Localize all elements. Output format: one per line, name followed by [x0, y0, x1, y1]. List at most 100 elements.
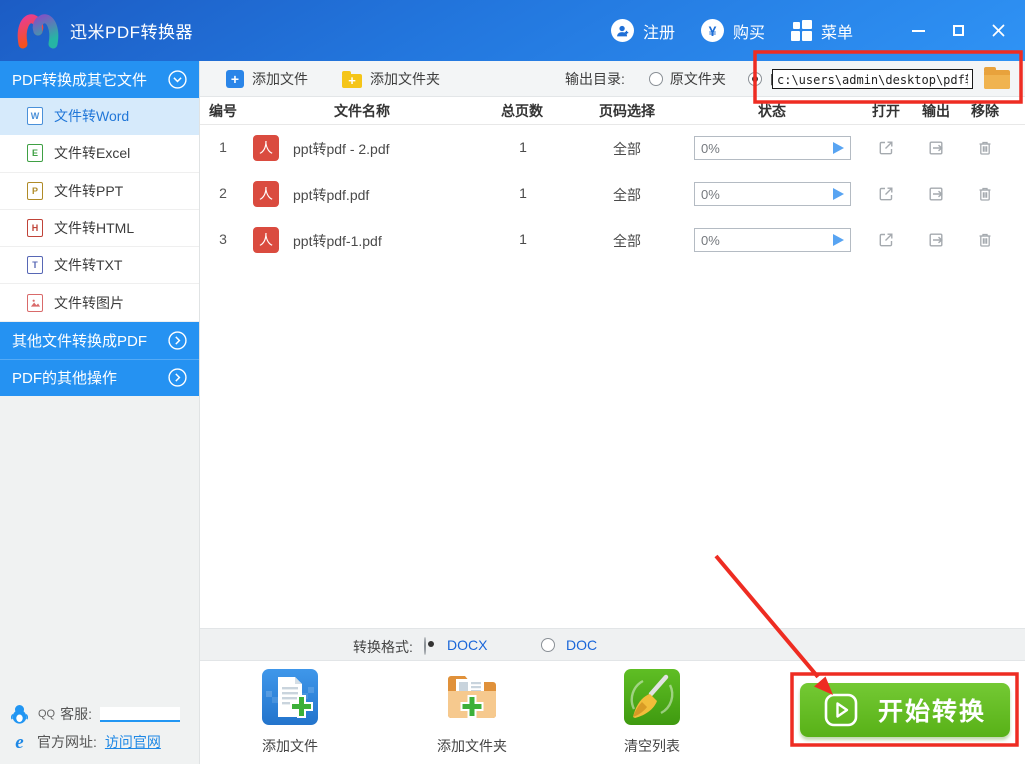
- play-icon[interactable]: [833, 142, 844, 154]
- radio-original-folder[interactable]: [649, 72, 663, 86]
- chevron-down-circle-icon: [168, 70, 187, 89]
- table-header: 编号 文件名称 总页数 页码选择 状态 打开 输出 移除: [200, 97, 1025, 125]
- output-path-input[interactable]: [772, 69, 973, 89]
- delete-row-button[interactable]: [976, 231, 994, 252]
- open-output-button[interactable]: [927, 185, 945, 206]
- app-logo-icon: [14, 8, 62, 54]
- register-button[interactable]: 注册: [611, 19, 675, 43]
- table-row: 1 人 ppt转pdf - 2.pdf 1 全部 0%: [200, 125, 1025, 171]
- file-name: ppt转pdf-1.pdf: [293, 231, 382, 251]
- image-file-icon: [27, 294, 43, 312]
- page-range[interactable]: 全部: [613, 139, 641, 159]
- chevron-right-circle-icon: [168, 368, 187, 387]
- page-range[interactable]: 全部: [613, 231, 641, 251]
- app-window: 迅米PDF转换器 注册 ¥ 购买 菜单: [0, 0, 1025, 764]
- pdf-file-icon: 人: [253, 135, 279, 161]
- add-file-button[interactable]: + 添加文件: [226, 69, 308, 89]
- sidebar-item-excel[interactable]: E 文件转Excel: [0, 135, 199, 172]
- menu-grid-icon: [791, 20, 812, 41]
- format-label: 转换格式:: [353, 637, 413, 657]
- chevron-right-circle-icon: [168, 331, 187, 350]
- open-file-button[interactable]: [877, 139, 895, 160]
- close-button[interactable]: [983, 16, 1013, 46]
- add-folder-big-icon: [444, 669, 500, 725]
- sidebar-item-html[interactable]: H 文件转HTML: [0, 210, 199, 247]
- add-folder-button[interactable]: + 添加文件夹: [342, 69, 440, 89]
- add-file-icon: +: [226, 70, 244, 88]
- titlebar: 迅米PDF转换器 注册 ¥ 购买 菜单: [0, 0, 1025, 61]
- browse-folder-icon[interactable]: [984, 70, 1010, 89]
- sidebar-item-ppt[interactable]: P 文件转PPT: [0, 173, 199, 210]
- sidebar-item-image[interactable]: 文件转图片: [0, 284, 199, 321]
- radio-custom-folder[interactable]: [748, 72, 762, 86]
- yuan-icon: ¥: [701, 19, 724, 42]
- radio-original-label[interactable]: 原文件夹: [670, 69, 726, 89]
- qq-service-input[interactable]: [100, 707, 180, 722]
- sidebar-items: W 文件转Word E 文件转Excel P 文件转PPT H 文件转HTML …: [0, 98, 199, 322]
- sidebar-section-pdf-to-other[interactable]: PDF转换成其它文件: [0, 61, 199, 98]
- open-file-button[interactable]: [877, 185, 895, 206]
- qq-service-row: QQ 客服:: [0, 704, 200, 724]
- radio-docx-label[interactable]: DOCX: [447, 637, 487, 653]
- progress-bar: 0%: [694, 182, 851, 206]
- sidebar-contact: QQ 客服: e 官方网址: 访问官网: [0, 696, 200, 752]
- sidebar: PDF转换成其它文件 W 文件转Word E 文件转Excel P 文件转PPT…: [0, 61, 200, 764]
- app-title: 迅米PDF转换器: [70, 0, 193, 61]
- file-name: ppt转pdf - 2.pdf: [293, 139, 390, 159]
- pdf-file-icon: 人: [253, 181, 279, 207]
- sidebar-section-pdf-other-ops[interactable]: PDF的其他操作: [0, 359, 199, 396]
- maximize-button[interactable]: [943, 16, 973, 46]
- clear-list-big-button[interactable]: 清空列表: [592, 669, 712, 756]
- add-file-big-button[interactable]: 添加文件: [230, 669, 350, 756]
- add-file-big-icon: [262, 669, 318, 725]
- delete-row-button[interactable]: [976, 185, 994, 206]
- register-user-icon: [611, 19, 634, 42]
- bottom-bar: 添加文件 添加文件夹: [200, 661, 1025, 764]
- window-controls: [893, 16, 1013, 46]
- open-output-button[interactable]: [927, 231, 945, 252]
- file-name: ppt转pdf.pdf: [293, 185, 369, 205]
- open-file-button[interactable]: [877, 231, 895, 252]
- radio-doc[interactable]: [541, 638, 555, 652]
- titlebar-actions: 注册 ¥ 购买 菜单: [585, 0, 1013, 61]
- pdf-file-icon: 人: [253, 227, 279, 253]
- page-range[interactable]: 全部: [613, 185, 641, 205]
- play-outline-icon: [824, 693, 858, 727]
- visit-site-link[interactable]: 访问官网: [105, 732, 161, 752]
- main-panel: + 添加文件 + 添加文件夹 输出目录: 原文件夹 自定义 编号 文件名称 总页…: [200, 61, 1025, 764]
- ie-browser-icon: e: [11, 733, 28, 752]
- close-icon: [992, 24, 1005, 37]
- table-row: 3 人 ppt转pdf-1.pdf 1 全部 0%: [200, 217, 1025, 263]
- output-dir-label: 输出目录:: [565, 69, 625, 89]
- sidebar-section-other-to-pdf[interactable]: 其他文件转换成PDF: [0, 322, 199, 359]
- format-bar: 转换格式: DOCX DOC: [200, 628, 1025, 661]
- clear-list-big-icon: [624, 669, 680, 725]
- play-icon[interactable]: [833, 234, 844, 246]
- html-file-icon: H: [27, 219, 43, 237]
- word-file-icon: W: [27, 107, 43, 125]
- start-convert-button[interactable]: 开始转换: [800, 683, 1010, 737]
- ppt-file-icon: P: [27, 182, 43, 200]
- buy-button[interactable]: ¥ 购买: [701, 19, 765, 43]
- menu-label: 菜单: [821, 19, 853, 43]
- add-folder-big-button[interactable]: 添加文件夹: [412, 669, 532, 756]
- play-icon[interactable]: [833, 188, 844, 200]
- radio-docx[interactable]: [424, 637, 426, 655]
- open-output-button[interactable]: [927, 139, 945, 160]
- table-row: 2 人 ppt转pdf.pdf 1 全部 0%: [200, 171, 1025, 217]
- register-label: 注册: [643, 19, 675, 43]
- sidebar-item-word[interactable]: W 文件转Word: [0, 98, 199, 135]
- minimize-button[interactable]: [903, 16, 933, 46]
- menu-button[interactable]: 菜单: [791, 19, 853, 43]
- txt-file-icon: T: [27, 256, 43, 274]
- qq-penguin-icon: [11, 704, 28, 724]
- delete-row-button[interactable]: [976, 139, 994, 160]
- sidebar-item-txt[interactable]: T 文件转TXT: [0, 247, 199, 284]
- toolbar: + 添加文件 + 添加文件夹 输出目录: 原文件夹 自定义: [200, 61, 1025, 97]
- official-site-row: e 官方网址: 访问官网: [0, 732, 200, 752]
- add-folder-icon: +: [342, 74, 362, 88]
- excel-file-icon: E: [27, 144, 43, 162]
- radio-doc-label[interactable]: DOC: [566, 637, 597, 653]
- buy-label: 购买: [733, 19, 765, 43]
- progress-bar: 0%: [694, 136, 851, 160]
